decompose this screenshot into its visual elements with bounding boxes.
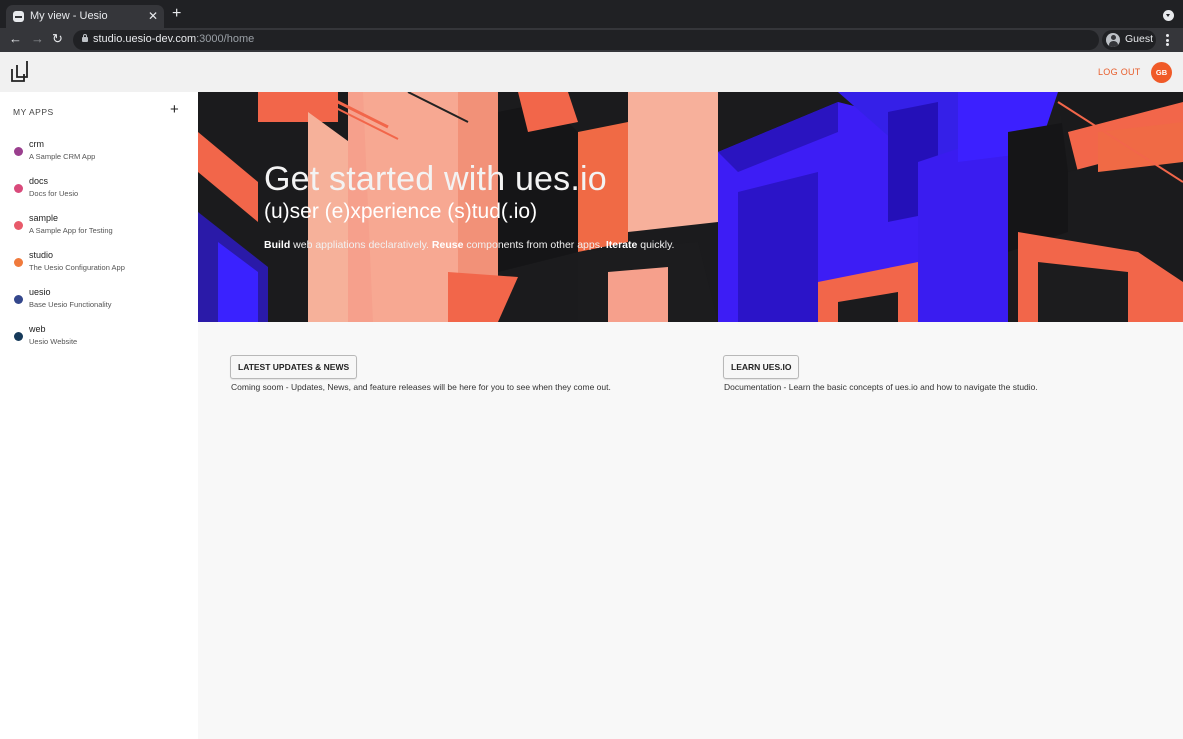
- hero-title: Get started with ues.io: [264, 160, 607, 198]
- profile-button[interactable]: Guest: [1102, 30, 1156, 50]
- sidebar-item-docs[interactable]: docs Docs for Uesio: [0, 174, 198, 206]
- forward-icon[interactable]: →: [31, 31, 44, 47]
- logout-button[interactable]: LOG OUT: [1098, 67, 1141, 77]
- app-description: The Uesio Configuration App: [29, 263, 125, 272]
- guest-avatar-icon: [1106, 33, 1120, 47]
- tab-search-icon[interactable]: [1163, 10, 1174, 21]
- back-icon[interactable]: ←: [9, 31, 22, 47]
- app-header: LOG OUT GB: [0, 52, 1183, 92]
- app-color-dot: [14, 295, 23, 304]
- app-color-dot: [14, 332, 23, 341]
- tagline-iterate: Iterate: [605, 239, 638, 251]
- learn-uesio-text: Documentation - Learn the basic concepts…: [724, 382, 1038, 392]
- sidebar-item-sample[interactable]: sample A Sample App for Testing: [0, 211, 198, 243]
- app-color-dot: [14, 221, 23, 230]
- tagline-build: Build: [264, 239, 291, 251]
- sidebar-item-web[interactable]: web Uesio Website: [0, 322, 198, 354]
- latest-updates-button[interactable]: LATEST UPDATES & NEWS: [230, 355, 358, 379]
- add-app-button[interactable]: +: [170, 102, 179, 118]
- app-name: studio: [29, 250, 54, 260]
- tagline-reuse-rest: components from other apps.: [463, 239, 606, 251]
- url-path: :3000/home: [196, 33, 255, 45]
- app-color-dot: [14, 184, 23, 193]
- sidebar: MY APPS + crm A Sample CRM App docs Docs…: [0, 92, 198, 739]
- uesio-logo-icon[interactable]: [11, 60, 29, 82]
- browser-toolbar: ← → ↻ studio.uesio-dev.com:3000/home Gue…: [0, 28, 1183, 52]
- hero-subtitle: (u)ser (e)xperience (s)tud(.io): [264, 200, 538, 223]
- tagline-iterate-rest: quickly.: [637, 239, 675, 251]
- app-name: crm: [29, 139, 44, 149]
- reload-icon[interactable]: ↻: [52, 31, 63, 47]
- app-description: A Sample App for Testing: [29, 226, 113, 235]
- uesio-favicon-icon: [13, 11, 24, 22]
- hero-banner: Get started with ues.io (u)ser (e)xperie…: [198, 92, 1183, 322]
- tagline-reuse: Reuse: [431, 239, 464, 251]
- latest-updates-text: Coming soom - Updates, News, and feature…: [231, 382, 611, 392]
- sidebar-title: MY APPS: [13, 107, 54, 117]
- browser-menu-icon[interactable]: [1166, 34, 1169, 46]
- app-description: Docs for Uesio: [29, 189, 79, 198]
- app-name: web: [29, 324, 46, 334]
- hero-tagline: Build web appliations declaratively. Reu…: [264, 239, 674, 251]
- sidebar-item-uesio[interactable]: uesio Base Uesio Functionality: [0, 285, 198, 317]
- url-host: studio.uesio-dev.com: [93, 33, 197, 45]
- app-description: Base Uesio Functionality: [29, 300, 112, 309]
- close-tab-icon[interactable]: ✕: [148, 9, 158, 23]
- app-name: docs: [29, 176, 49, 186]
- lock-icon[interactable]: [82, 34, 88, 42]
- app-color-dot: [14, 147, 23, 156]
- learn-uesio-button[interactable]: LEARN UES.IO: [723, 355, 800, 379]
- browser-tab[interactable]: My view - Uesio ✕: [6, 5, 164, 28]
- tab-title: My view - Uesio: [30, 10, 108, 22]
- app-color-dot: [14, 258, 23, 267]
- sidebar-item-studio[interactable]: studio The Uesio Configuration App: [0, 248, 198, 280]
- app-name: uesio: [29, 287, 51, 297]
- tagline-build-rest: web appliations declaratively.: [290, 239, 432, 251]
- app-name: sample: [29, 213, 59, 223]
- app-description: A Sample CRM App: [29, 152, 96, 161]
- url-text[interactable]: studio.uesio-dev.com:3000/home: [93, 33, 254, 45]
- user-avatar[interactable]: GB: [1151, 62, 1172, 83]
- new-tab-icon[interactable]: +: [172, 6, 181, 22]
- profile-label: Guest: [1125, 33, 1154, 45]
- sidebar-item-crm[interactable]: crm A Sample CRM App: [0, 137, 198, 169]
- browser-tabbar: My view - Uesio ✕ +: [0, 0, 1183, 28]
- main-content: LATEST UPDATES & NEWS Coming soom - Upda…: [198, 322, 1183, 739]
- app-description: Uesio Website: [29, 337, 78, 346]
- address-bar[interactable]: studio.uesio-dev.com:3000/home: [73, 30, 1099, 50]
